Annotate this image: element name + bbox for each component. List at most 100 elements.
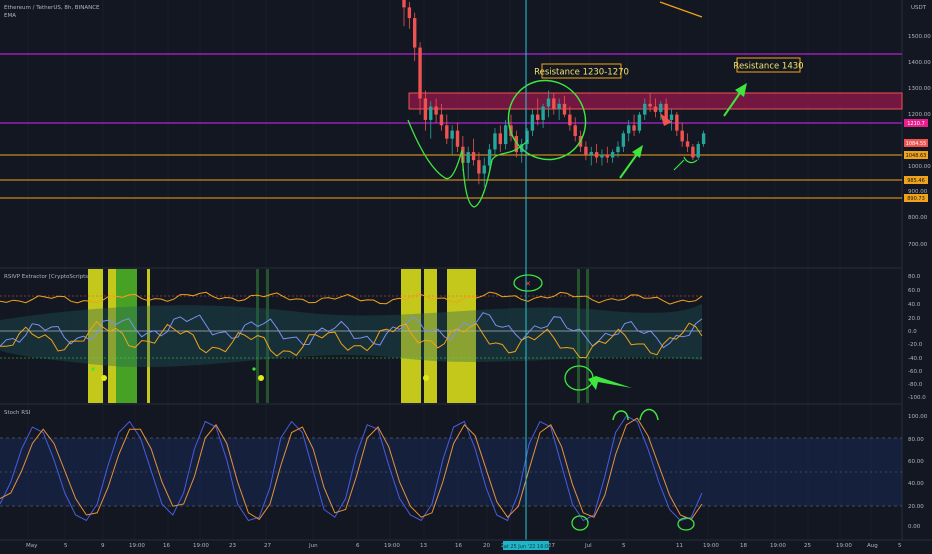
resistance-1-label: Resistance 1230-1270 (534, 68, 629, 78)
stoch-axis-label: 40.00 (908, 481, 924, 487)
candle-body (669, 114, 674, 120)
time-label: 19:00 (384, 543, 400, 549)
candle-body (402, 0, 406, 8)
candle-body (423, 98, 428, 120)
time-label: 9 (101, 543, 105, 549)
candle-body (541, 106, 545, 120)
candle-body (627, 125, 631, 134)
chart-svg[interactable]: Resistance 1230-1270 Resistance 1430 Eth… (0, 0, 932, 550)
price-tag-text: 890.73 (907, 196, 925, 202)
candle-body (557, 103, 561, 110)
price-tag-text: 985.46 (907, 178, 925, 184)
candle-body (530, 114, 535, 131)
time-label: 16 (455, 543, 462, 549)
time-label: 19:00 (129, 543, 145, 549)
rsivp-axis-label: -40.0 (908, 356, 923, 362)
candle-body (546, 98, 551, 107)
price-label: 1000.00 (908, 164, 931, 170)
candle-body (407, 7, 412, 19)
price-label: 1200.00 (908, 112, 931, 118)
time-label: 27 (264, 543, 271, 549)
rsivp-axis-label: -60.0 (908, 369, 923, 375)
candle-body (503, 125, 508, 145)
candle-body (498, 133, 502, 145)
time-label: 23 (229, 543, 236, 549)
symbol-title: Ethereum / TetherUS, 8h, BINANCE (4, 5, 100, 11)
time-label: Aug (867, 543, 878, 549)
rsivp-axis-label: -100.0 (908, 395, 926, 401)
time-label: 18 (740, 543, 747, 549)
quote-currency: USDT (911, 5, 927, 11)
time-label: 19:00 (836, 543, 852, 549)
stoch-title: Stoch RSI (4, 410, 31, 416)
price-tag-text: 1048.63 (906, 153, 927, 159)
candle-body (471, 152, 476, 161)
candle-body (680, 130, 684, 142)
candle-body (616, 146, 620, 153)
candle-body (536, 114, 540, 120)
price-label: 1500.00 (908, 34, 931, 40)
time-label: 13 (420, 543, 427, 549)
rsivp-axis-label: -20.0 (908, 342, 923, 348)
cursor-date: Sat 25 Jun '22 16:00 (501, 544, 552, 550)
candle-body (653, 106, 658, 112)
candle-body (643, 103, 647, 115)
rsivp-axis-label: 0.0 (908, 329, 917, 335)
candle-body (466, 152, 470, 163)
candle-body (477, 160, 481, 174)
candle-body (610, 152, 615, 158)
candle-body (568, 114, 572, 126)
candle-body (632, 125, 636, 131)
time-label: 6 (356, 543, 360, 549)
candle-body (675, 114, 679, 131)
candle-body (659, 103, 663, 112)
ema-legend: EMA (4, 13, 16, 19)
resistance-2-label: Resistance 1430 (733, 62, 803, 72)
time-label: 11 (676, 543, 683, 549)
time-label: 5 (622, 543, 626, 549)
time-label: 19:00 (770, 543, 786, 549)
candle-body (691, 146, 695, 158)
rsivp-axis-label: 60.0 (908, 288, 921, 294)
signal-dot-small (91, 367, 95, 371)
price-tag-text: 1084.55 (906, 141, 927, 147)
candle-body (493, 133, 497, 150)
time-label: 25 (804, 543, 811, 549)
candle-body (648, 103, 652, 107)
price-label: 700.00 (908, 242, 928, 248)
time-label: 19:00 (703, 543, 719, 549)
signal-dot (101, 375, 107, 381)
candle-body (594, 152, 599, 158)
rsivp-axis-label: 20.0 (908, 316, 921, 322)
price-label: 1400.00 (908, 60, 931, 66)
candle-body (696, 144, 700, 158)
candle-body (429, 106, 433, 120)
candle-body (600, 154, 604, 158)
candle-body (418, 47, 422, 99)
candle-body (621, 133, 626, 147)
rsivp-axis-label: 40.0 (908, 302, 921, 308)
stoch-axis-label: 80.00 (908, 437, 924, 443)
time-label: Jul (584, 543, 592, 549)
signal-dot-small (252, 367, 256, 371)
candle-body (445, 125, 449, 139)
candle-body (413, 18, 417, 48)
chart-root: Resistance 1230-1270 Resistance 1430 Eth… (0, 0, 932, 550)
time-label: 5 (898, 543, 902, 549)
candle-body (637, 114, 642, 131)
price-label: 800.00 (908, 215, 928, 221)
signal-dot (423, 375, 429, 381)
candle-body (455, 130, 460, 147)
signal-dot (258, 375, 264, 381)
candle-body (562, 103, 567, 115)
stoch-axis-label: 60.00 (908, 459, 924, 465)
rsivp-title: RSIVP Extractor [CryptoScripts] (4, 274, 90, 280)
time-label: 19:00 (193, 543, 209, 549)
candle-body (434, 106, 438, 115)
candle-body (584, 146, 588, 155)
time-label: Jun (308, 543, 318, 549)
rsivp-axis-label: -80.0 (908, 382, 923, 388)
stoch-axis-label: 100.00 (908, 414, 928, 420)
candle-body (589, 152, 593, 155)
price-label: 1300.00 (908, 86, 931, 92)
